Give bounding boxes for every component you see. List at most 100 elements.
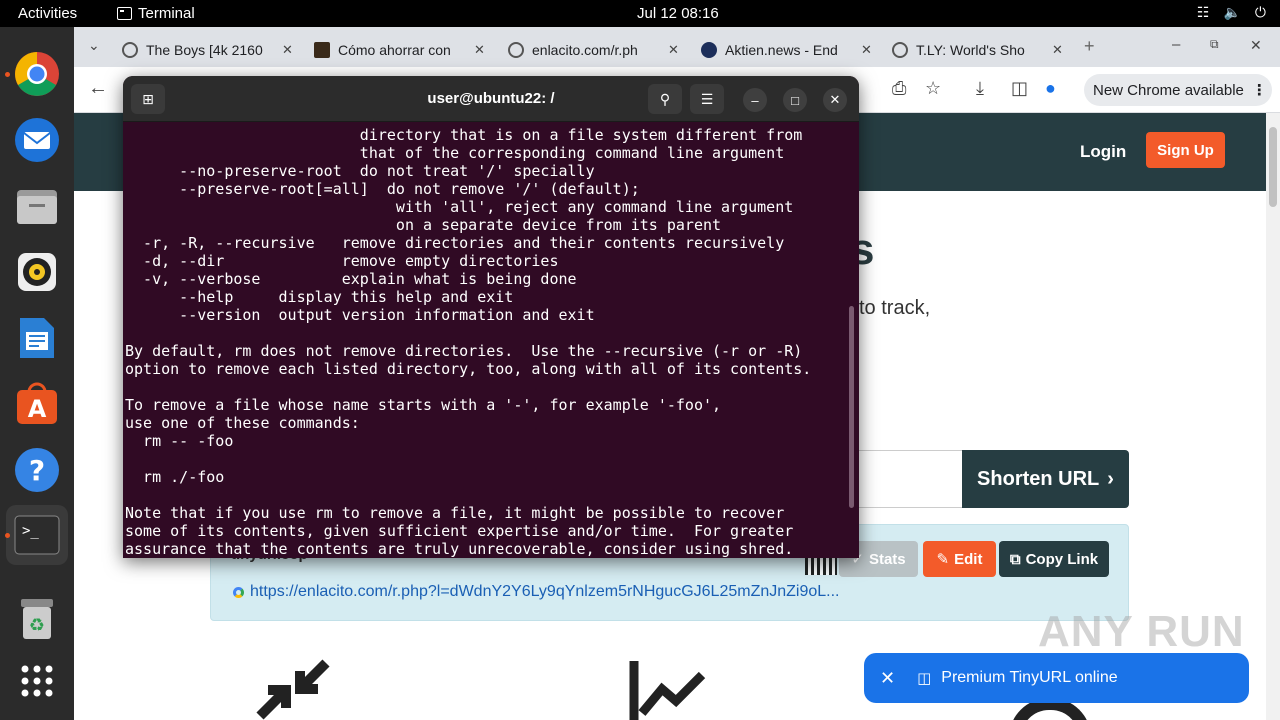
globe-icon (508, 42, 524, 58)
terminal-line: some of its contents, given sufficient e… (125, 522, 794, 540)
new-tab-icon[interactable]: + (1084, 36, 1095, 57)
svg-text:♻: ♻ (29, 615, 45, 636)
page-scroll-thumb[interactable] (1269, 127, 1277, 207)
long-url-input[interactable] (854, 450, 964, 508)
tab-search-chevron-icon[interactable]: ⌄ (88, 37, 100, 54)
terminal-line: on a separate device from its parent (125, 216, 722, 234)
top-bar: Activities Terminal Jul 12 08:16 ☷ 🔈 ⏻ (0, 0, 1280, 27)
close-button[interactable]: ✕ (823, 88, 847, 112)
tab-strip: ⌄ The Boys [4k 2160 ✕ Cómo ahorrar con ✕… (74, 27, 1280, 67)
menu-button[interactable]: ☰ (690, 84, 724, 114)
signup-button[interactable]: Sign Up (1146, 132, 1225, 168)
close-window-icon[interactable]: ✕ (1250, 37, 1262, 54)
compress-arrows-icon (256, 659, 330, 720)
globe-icon (892, 42, 908, 58)
help-icon[interactable]: ? (13, 446, 61, 494)
google-favicon-icon (233, 586, 244, 598)
terminal-line: To remove a file whose name starts with … (125, 396, 722, 414)
close-icon: ✕ (829, 92, 841, 107)
app-menu[interactable]: Terminal (117, 5, 195, 22)
terminal-line: assurance that the contents are truly un… (125, 540, 794, 558)
close-tab-icon[interactable]: ✕ (282, 42, 293, 58)
terminal-icon: >_ (14, 515, 60, 555)
close-tab-icon[interactable]: ✕ (474, 42, 485, 58)
shorten-url-button[interactable]: Shorten URL › (962, 450, 1129, 508)
minimize-button[interactable]: – (743, 88, 767, 112)
terminal-line: -v, --verbose explain what is being done (125, 270, 577, 288)
svg-text:?: ? (29, 454, 45, 487)
tab-aktien-news[interactable]: Aktien.news - End ✕ (701, 33, 872, 67)
maximize-button[interactable]: □ (783, 88, 807, 112)
premium-toast[interactable]: ✕ ◫ Premium TinyURL online (864, 653, 1249, 703)
system-tray[interactable]: ☷ 🔈 ⏻ (1197, 4, 1266, 21)
tab-the-boys[interactable]: The Boys [4k 2160 ✕ (122, 33, 293, 67)
analytics-chart-icon (629, 661, 706, 720)
login-link[interactable]: Login (1080, 142, 1126, 162)
page-scrollbar[interactable] (1266, 113, 1280, 720)
close-toast-icon[interactable]: ✕ (880, 668, 895, 689)
rhythmbox-icon[interactable] (13, 248, 61, 296)
dock: A ? >_ ♻ (0, 27, 74, 720)
power-icon: ⏻ (1254, 4, 1266, 20)
terminal-line: -r, -R, --recursive remove directories a… (125, 234, 785, 252)
terminal-header[interactable]: ⊞ user@ubuntu22: / ⚲ ☰ – □ ✕ (123, 76, 859, 122)
hamburger-menu-icon: ☰ (700, 90, 714, 107)
anyrun-watermark: ANY RUN (1038, 607, 1245, 656)
side-panel-icon[interactable]: ◫ (1011, 78, 1028, 99)
terminal-output[interactable]: directory that is on a file system diffe… (125, 126, 845, 558)
maximize-icon: □ (791, 92, 799, 108)
globe-icon (122, 42, 138, 58)
writer-icon[interactable] (13, 314, 61, 362)
close-tab-icon[interactable]: ✕ (861, 42, 872, 58)
profile-icon[interactable]: ● (1045, 78, 1056, 99)
app-center-icon[interactable]: A (13, 380, 61, 428)
aktien-favicon-icon (701, 42, 717, 58)
terminal-line: Note that if you use rm to remove a file… (125, 504, 785, 522)
bookmark-star-icon[interactable]: ☆ (925, 78, 941, 99)
close-tab-icon[interactable]: ✕ (1052, 42, 1063, 58)
install-app-icon[interactable]: ⎙ (892, 78, 906, 99)
more-menu-icon[interactable]: ⋮ (1252, 81, 1267, 99)
app-name: Terminal (138, 5, 195, 22)
svg-text:A: A (28, 395, 47, 423)
download-icon[interactable]: ⤓ (976, 78, 984, 99)
long-url-link[interactable]: https://enlacito.com/r.php?l=dWdnY2Y6Ly9… (233, 583, 840, 601)
trash-icon[interactable]: ♻ (13, 595, 61, 643)
hero-subtitle: to track, (859, 297, 931, 319)
tab-tly[interactable]: T.LY: World's Sho ✕ (892, 33, 1063, 67)
back-icon[interactable]: ← (88, 77, 108, 100)
terminal-line: rm ./-foo (125, 468, 225, 486)
clock[interactable]: Jul 12 08:16 (637, 5, 719, 22)
site-favicon-icon (314, 42, 330, 58)
search-button[interactable]: ⚲ (648, 84, 682, 114)
edit-button[interactable]: ✎ Edit (923, 541, 996, 577)
chrome-icon[interactable] (13, 50, 61, 98)
search-icon: ⚲ (659, 90, 671, 107)
terminal-line: use one of these commands: (125, 414, 360, 432)
running-indicator (5, 72, 10, 77)
tab-como-ahorrar[interactable]: Cómo ahorrar con ✕ (314, 33, 485, 67)
close-tab-icon[interactable]: ✕ (668, 42, 679, 58)
show-apps-icon[interactable] (13, 657, 61, 705)
svg-text:>_: >_ (22, 523, 39, 539)
terminal-dock-item[interactable]: >_ (6, 505, 68, 565)
tab-enlacito[interactable]: enlacito.com/r.ph ✕ (508, 33, 679, 67)
copy-link-button[interactable]: ⧉ Copy Link (999, 541, 1109, 577)
copy-icon: ⧉ (1009, 550, 1021, 568)
minimize-icon[interactable]: – (1172, 36, 1180, 53)
terminal-line: --no-preserve-root do not treat '/' spec… (125, 162, 595, 180)
edit-icon: ✎ (936, 551, 950, 568)
thunderbird-icon[interactable] (13, 116, 61, 164)
terminal-scrollbar[interactable] (849, 306, 854, 508)
terminal-line: --version output version information and… (125, 306, 595, 324)
terminal-window[interactable]: ⊞ user@ubuntu22: / ⚲ ☰ – □ ✕ directory t… (123, 76, 859, 558)
terminal-line: with 'all', reject any command line argu… (125, 198, 794, 216)
activities-button[interactable]: Activities (18, 5, 77, 22)
terminal-line: By default, rm does not remove directori… (125, 342, 803, 360)
new-chrome-available-button[interactable]: New Chrome available ⋮ (1084, 74, 1272, 106)
terminal-line: that of the corresponding command line a… (125, 144, 785, 162)
files-icon[interactable] (13, 182, 61, 230)
restore-icon[interactable]: ⧉ (1210, 37, 1219, 52)
chevron-right-icon: › (1107, 467, 1114, 490)
